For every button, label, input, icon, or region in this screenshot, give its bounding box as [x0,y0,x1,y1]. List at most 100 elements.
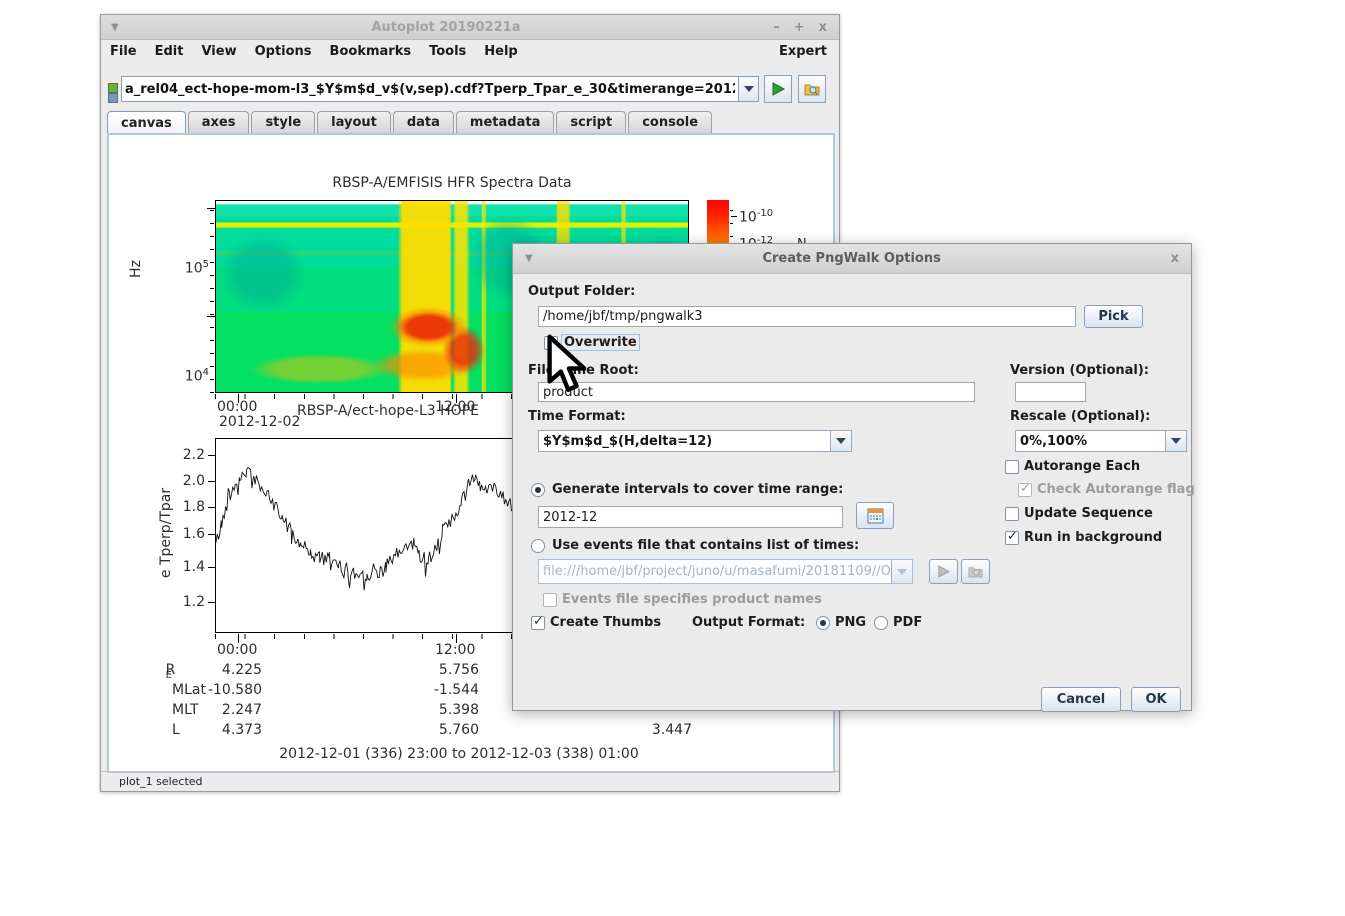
tab-bar: canvas axes style layout data metadata s… [107,111,833,133]
spec-ylabel: Hz [128,260,144,278]
menu-help[interactable]: Help [475,42,526,61]
menu-bookmarks[interactable]: Bookmarks [321,42,421,61]
png-label[interactable]: PNG [835,615,866,630]
pick-button[interactable]: Pick [1084,305,1143,328]
tab-metadata[interactable]: metadata [456,111,554,133]
spec-date-label: 2012-12-02 [219,414,300,430]
filename-root-field[interactable]: product [538,382,975,402]
folder-icon-disabled [968,565,983,578]
lineplot-xtick-0000: 00:00 [217,642,257,658]
lineplot-ytick: 2.0 [159,473,205,489]
run-in-background-label[interactable]: Run in background [1024,530,1162,545]
events-file-dropdown-button [891,560,912,583]
dialog-close-button[interactable]: x [1171,251,1179,266]
menu-view[interactable]: View [192,42,245,61]
lineplot-ytick: 1.2 [159,594,205,610]
spec-xtick-0000: 00:00 [217,399,257,415]
expert-mode-label[interactable]: Expert [779,44,839,59]
menubar: File Edit View Options Bookmarks Tools H… [101,40,839,62]
events-product-names-label: Events file specifies product names [562,592,822,607]
tab-data[interactable]: data [393,111,454,133]
colorbar-tick-1e-10: 10-10 [739,208,773,226]
play-icon [771,82,785,96]
pdf-radio[interactable] [874,616,888,630]
generate-intervals-radio[interactable] [531,483,545,497]
output-folder-label: Output Folder: [528,284,635,299]
tab-axes[interactable]: axes [188,111,250,133]
lineplot-ytick: 1.8 [159,499,205,515]
close-button[interactable]: x [819,20,827,35]
cancel-button[interactable]: Cancel [1041,687,1121,712]
autorange-each-label[interactable]: Autorange Each [1024,459,1140,474]
uri-dropdown-button[interactable] [738,77,758,101]
dialog-titlebar[interactable]: ▼ Create PngWalk Options x [513,244,1191,274]
datasource-indicator-icon [106,81,118,103]
time-format-dropdown-button[interactable] [830,431,851,451]
menu-options[interactable]: Options [246,42,321,61]
run-in-background-checkbox[interactable] [1005,531,1019,545]
rescale-dropdown-button[interactable] [1165,431,1186,451]
create-thumbs-label[interactable]: Create Thumbs [550,615,661,630]
maximize-button[interactable]: + [794,20,805,35]
version-field[interactable] [1015,382,1086,402]
events-file-combobox: file:///home/jbf/project/juno/u/masafumi… [538,559,913,584]
rescale-combobox[interactable]: 0%,100% [1015,430,1187,452]
update-sequence-checkbox[interactable] [1005,507,1019,521]
tab-console[interactable]: console [628,111,712,133]
output-format-label: Output Format: [692,615,805,630]
menu-file[interactable]: File [101,42,146,61]
use-events-file-label[interactable]: Use events file that contains list of ti… [552,538,859,553]
menu-edit[interactable]: Edit [146,42,193,61]
time-format-label: Time Format: [528,409,626,424]
inspect-uri-button[interactable] [798,75,826,103]
uri-input[interactable] [122,82,738,97]
create-thumbs-checkbox[interactable] [531,616,545,630]
calendar-icon [867,508,884,524]
window-titlebar[interactable]: ▼ Autoplot 20190221a – + x [101,15,839,40]
tab-style[interactable]: style [251,111,315,133]
dialog-menu-icon[interactable]: ▼ [525,253,533,264]
spec-yticks [210,200,214,393]
lineplot-ytick: 1.4 [159,559,205,575]
lineplot-ytick: 1.6 [159,526,205,542]
lineplot-xtick-1200: 12:00 [435,642,475,658]
events-file-go-button [929,559,958,584]
status-bar: plot_1 selected [101,771,839,791]
ok-button[interactable]: OK [1131,687,1181,712]
minimize-button[interactable]: – [773,20,780,35]
generate-intervals-label[interactable]: Generate intervals to cover time range: [552,482,843,497]
plot-go-button[interactable] [764,75,792,103]
update-sequence-label[interactable]: Update Sequence [1024,506,1153,521]
window-title: Autoplot 20190221a [119,20,774,35]
menu-tools[interactable]: Tools [420,42,475,61]
time-range-label: 2012-12-01 (336) 23:00 to 2012-12-03 (33… [109,746,809,762]
tab-canvas[interactable]: canvas [107,111,186,134]
calendar-button[interactable] [856,502,894,529]
tab-script[interactable]: script [556,111,626,133]
overwrite-label[interactable]: Overwrite [562,335,639,350]
version-label: Version (Optional): [1010,363,1149,378]
filename-root-label: Filename Root: [528,363,639,378]
window-menu-icon[interactable]: ▼ [111,22,119,33]
time-range-field[interactable]: 2012-12 [538,506,843,528]
pdf-label[interactable]: PDF [893,615,922,630]
events-file-inspect-button [961,559,990,584]
png-radio[interactable] [816,616,830,630]
time-format-combobox[interactable]: $Y$m$d_$(H,delta=12) [538,430,852,452]
overwrite-checkbox[interactable] [544,336,558,350]
folder-search-icon [804,82,820,96]
spectrogram-title: RBSP-A/EMFISIS HFR Spectra Data [215,175,689,191]
autorange-each-checkbox[interactable] [1005,460,1019,474]
uri-combobox[interactable] [121,76,759,102]
lineplot-ytick: 2.2 [159,447,205,463]
spec-ytick-1e4: 104 [171,367,209,385]
check-autorange-flag-checkbox [1018,483,1032,497]
spec-ytick-1e5: 105 [171,259,209,277]
rescale-label: Rescale (Optional): [1010,409,1150,424]
tab-layout[interactable]: layout [317,111,391,133]
check-autorange-flag-label: Check Autorange flag [1037,482,1195,497]
status-text: plot_1 selected [119,775,203,788]
output-folder-field[interactable]: /home/jbf/tmp/pngwalk3 [538,306,1076,327]
use-events-file-radio[interactable] [531,539,545,553]
plot2-title: RBSP-A/ect-hope-L3 HOPE [297,403,479,419]
